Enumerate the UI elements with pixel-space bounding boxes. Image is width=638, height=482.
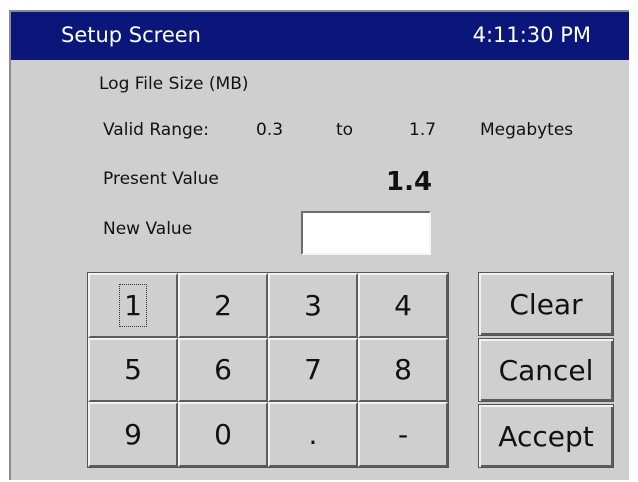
key-4-label: 4 [394, 288, 412, 322]
key-3-label: 3 [304, 288, 322, 322]
key-minus[interactable]: - [358, 402, 448, 467]
key-3[interactable]: 3 [268, 273, 358, 338]
range-to: to [336, 120, 354, 140]
key-7-label: 7 [304, 353, 322, 387]
key-4[interactable]: 4 [358, 273, 448, 338]
present-value: 1.4 [386, 167, 433, 197]
key-6-label: 6 [214, 353, 232, 387]
key-8-label: 8 [394, 353, 412, 387]
key-2[interactable]: 2 [178, 273, 268, 338]
screen-title: Setup Screen [61, 23, 201, 47]
present-value-label: Present Value [103, 169, 219, 189]
key-minus-label: - [397, 418, 409, 452]
new-value-label: New Value [103, 219, 193, 239]
key-decimal-point-label: . [308, 418, 318, 452]
setting-name: Log File Size (MB) [99, 74, 249, 94]
key-7[interactable]: 7 [268, 337, 358, 403]
clear-button[interactable]: Clear [478, 272, 614, 336]
range-max: 1.7 [409, 120, 437, 140]
key-9-label: 9 [124, 418, 142, 452]
key-1-label: 1 [119, 283, 147, 327]
key-2-label: 2 [214, 288, 232, 322]
range-min: 0.3 [256, 120, 284, 140]
valid-range-label: Valid Range: [103, 120, 209, 140]
key-6[interactable]: 6 [178, 337, 268, 403]
key-decimal-point[interactable]: . [268, 402, 358, 467]
key-8[interactable]: 8 [358, 337, 448, 403]
key-5[interactable]: 5 [88, 337, 178, 403]
clock: 4:11:30 PM [472, 23, 591, 47]
key-0[interactable]: 0 [178, 402, 268, 467]
setup-screen: Setup Screen 4:11:30 PM Log File Size (M… [9, 10, 629, 480]
title-bar: Setup Screen 4:11:30 PM [11, 12, 629, 60]
accept-button[interactable]: Accept [478, 404, 614, 468]
key-9[interactable]: 9 [88, 402, 178, 467]
new-value-input[interactable] [301, 211, 431, 255]
cancel-button[interactable]: Cancel [478, 338, 614, 402]
action-buttons: Clear Cancel Accept [478, 272, 614, 468]
key-1[interactable]: 1 [88, 273, 178, 338]
range-unit: Megabytes [480, 120, 574, 140]
numeric-keypad: 1 2 3 4 5 6 7 8 9 0 . - [87, 272, 449, 468]
key-5-label: 5 [124, 353, 142, 387]
key-0-label: 0 [214, 418, 232, 452]
